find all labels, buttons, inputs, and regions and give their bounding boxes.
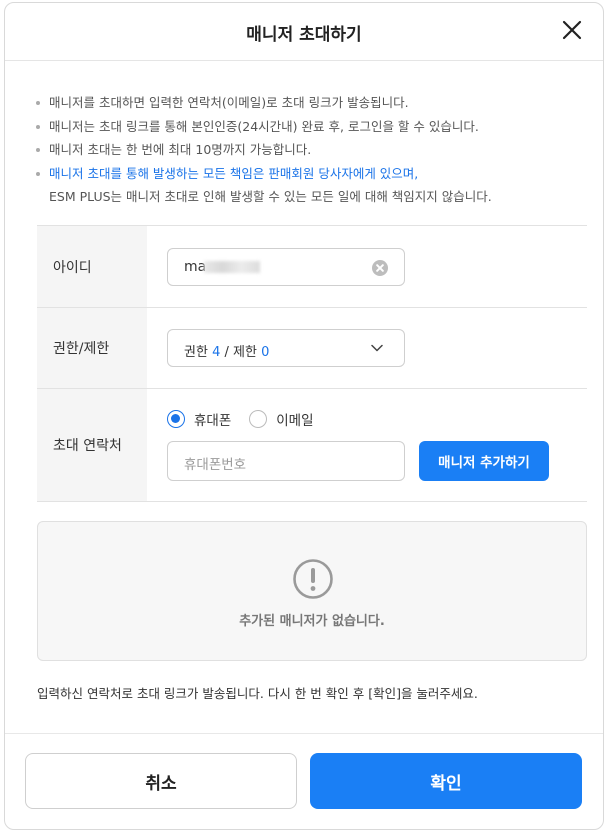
radio-phone-label: 휴대폰 [194, 413, 232, 429]
add-manager-button[interactable]: 매니저 추가하기 [419, 441, 549, 481]
close-icon[interactable] [561, 19, 583, 41]
radio-phone[interactable] [167, 410, 185, 428]
contact-type-radios: 휴대폰 이메일 [167, 409, 314, 429]
restriction-prefix: 제한 [233, 345, 257, 360]
notice-item: 매니저 초대는 한 번에 최대 10명까지 가능합니다. [33, 138, 593, 162]
id-value: ma [184, 259, 207, 275]
contact-label: 초대 연락처 [37, 389, 147, 501]
notice-list: 매니저를 초대하면 입력한 연락처(이메일)로 초대 링크가 발송됩니다. 매니… [33, 91, 593, 209]
permission-select[interactable]: 권한 4 / 제한 0 [167, 329, 405, 367]
radio-email-label: 이메일 [276, 413, 314, 429]
empty-state-text: 추가된 매니저가 없습니다. [239, 614, 385, 629]
restriction-count: 0 [261, 345, 270, 360]
dialog-header: 매니저 초대하기 [5, 3, 603, 61]
notice-item: 매니저는 초대 링크를 통해 본인인증(24시간내) 완료 후, 로그인을 할 … [33, 115, 593, 139]
dialog-title: 매니저 초대하기 [246, 25, 362, 45]
liability-notice: 매니저 초대를 통해 발생하는 모든 책임은 판매회원 당사자에게 있으며, [33, 162, 593, 186]
footer-note: 입력하신 연락처로 초대 링크가 발송됩니다. 다시 한 번 확인 후 [확인]… [37, 686, 478, 701]
permission-separator: / [220, 345, 233, 360]
invite-form: 아이디 ma 권한/제한 권한 4 / 제한 0 초대 연락처 휴대폰 이메일 … [37, 225, 587, 502]
confirm-button[interactable]: 확인 [310, 753, 582, 809]
permission-prefix: 권한 [184, 345, 208, 360]
id-row: 아이디 ma [37, 226, 587, 308]
notice-item: 매니저를 초대하면 입력한 연락처(이메일)로 초대 링크가 발송됩니다. [33, 91, 593, 115]
radio-email[interactable] [249, 410, 268, 428]
id-input[interactable]: ma [167, 248, 405, 286]
masked-id [204, 261, 261, 273]
invite-manager-dialog: 매니저 초대하기 매니저를 초대하면 입력한 연락처(이메일)로 초대 링크가 … [4, 2, 604, 830]
permission-row: 권한/제한 권한 4 / 제한 0 [37, 308, 587, 389]
phone-input[interactable]: 휴대폰번호 [167, 441, 405, 481]
exclamation-icon [293, 559, 333, 599]
contact-row: 초대 연락처 휴대폰 이메일 휴대폰번호 매니저 추가하기 [37, 389, 587, 502]
phone-placeholder: 휴대폰번호 [184, 457, 247, 473]
id-label: 아이디 [37, 226, 147, 307]
cancel-button[interactable]: 취소 [25, 753, 297, 809]
liability-notice-cont: ESM PLUS는 매니저 초대로 인해 발생할 수 있는 모든 일에 대해 책… [49, 189, 492, 204]
chevron-down-icon [371, 344, 383, 352]
empty-state: 추가된 매니저가 없습니다. [37, 521, 587, 661]
clear-icon[interactable] [372, 260, 388, 276]
permission-label: 권한/제한 [37, 308, 147, 388]
footer-divider [5, 733, 603, 734]
